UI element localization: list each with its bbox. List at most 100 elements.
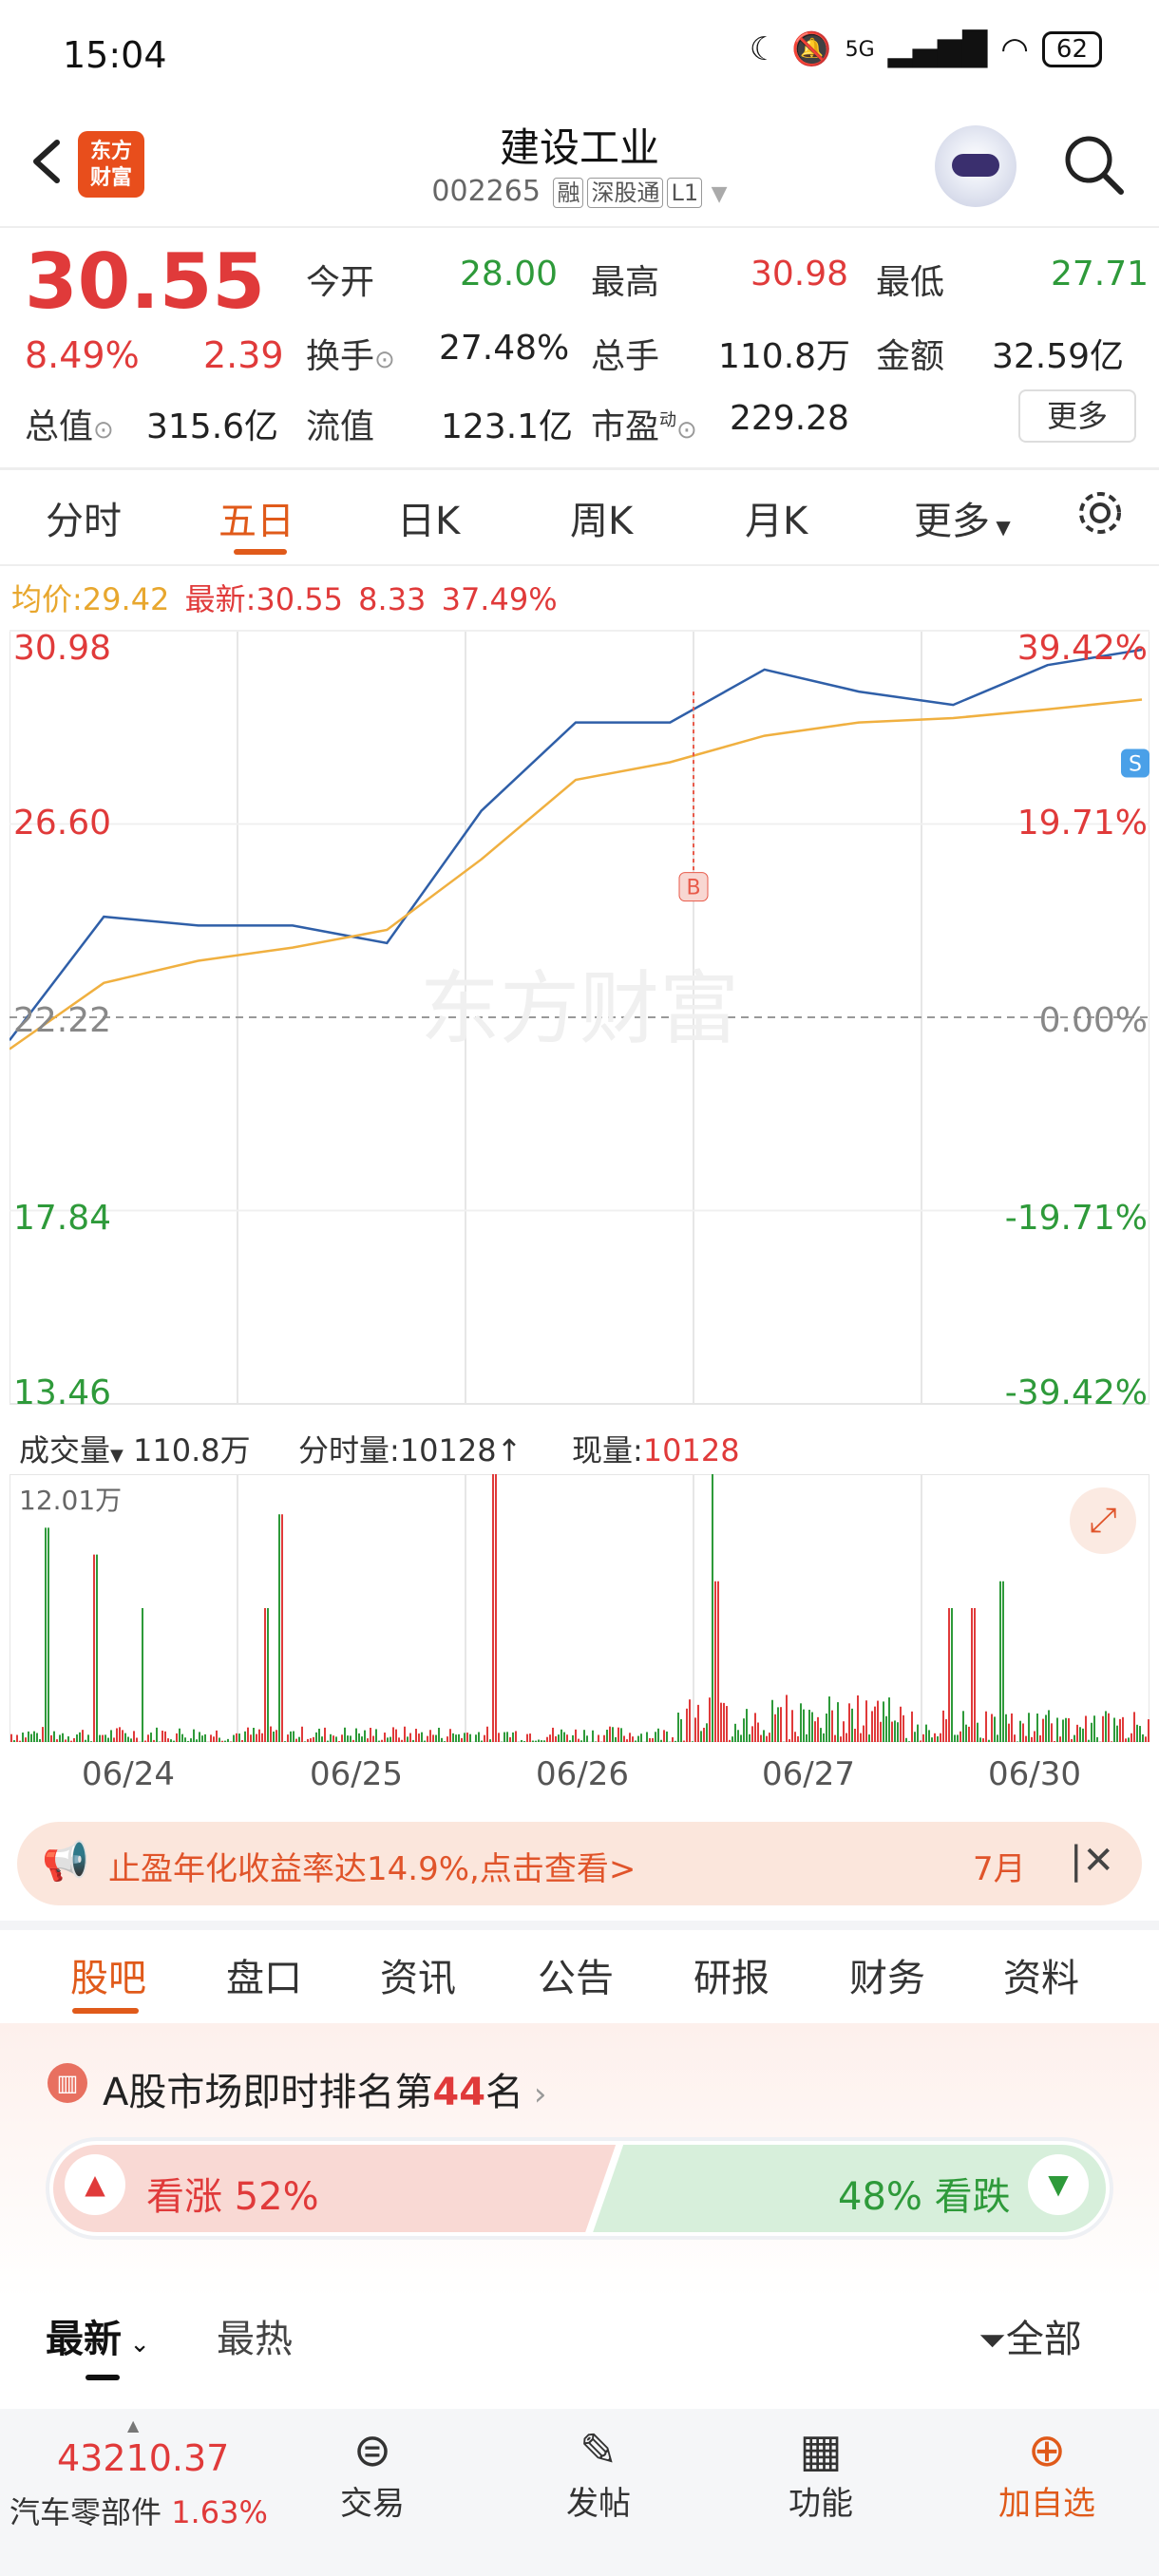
network-label: 5G [845,37,875,62]
promo-text[interactable]: 止盈年化收益率达14.9%,点击查看> [108,1843,636,1889]
stock-code: 002265 [431,175,541,208]
five-day-chart[interactable]: 东方财富 B S [10,623,1150,1411]
y-tick-right: 19.71% [1016,804,1148,843]
float-label: 流值 [306,407,375,446]
volume-selector[interactable]: 成交量▼ 110.8万 [19,1427,251,1470]
date-label: 06/25 [310,1755,403,1793]
tab-announcements[interactable]: 公告 [538,1947,614,2002]
index-value[interactable]: 43210.37 [57,2437,229,2479]
mute-icon: 🔕 [791,30,832,68]
current-volume: 现量:10128 [572,1432,740,1468]
tab-financials[interactable]: 财务 [849,1947,925,2002]
minute-volume: 分时量:10128↑ [298,1432,522,1468]
date-label: 06/24 [82,1755,175,1793]
chevron-right-icon: › [523,2075,547,2113]
add-watchlist-button[interactable]: ⊕ 加自选 [988,2424,1106,2524]
mktcap-value: 315.6亿 [146,407,279,446]
y-tick-left: 26.60 [13,804,112,843]
arrow-up-icon: ↑ [496,1432,522,1468]
caret-down-icon: ▼ [990,516,1011,539]
info-icon[interactable]: ⊙ [676,416,697,445]
volume-label: 总手 [591,337,660,376]
tab-intraday[interactable]: 分时 [46,490,122,545]
battery-indicator: 62 [1041,31,1102,67]
mktcap-label: 总值⊙ [25,407,114,446]
trade-button[interactable]: ⊜ 交易 [329,2424,416,2524]
date-label: 06/26 [536,1755,629,1793]
buy-marker-label: B [686,877,700,900]
price-summary-line: 均价:29.42 最新:30.55 8.33 37.49% [11,581,558,617]
tag-level: L1 [667,178,703,208]
info-icon[interactable]: ⊙ [374,346,395,374]
market-rank[interactable]: A股市场即时排名第44名 › [103,2061,546,2116]
low-value: 27.71 [1051,255,1150,294]
caret-up-icon: ▲ [127,2416,140,2434]
moon-icon: ☾ [749,30,779,68]
more-quote-button[interactable]: 更多 [1018,389,1136,443]
open-label: 今开 [306,263,375,302]
y-tick-left: 30.98 [13,629,112,668]
tag-margin: 融 [553,178,584,208]
volume-max: 12.01万 [19,1485,123,1516]
last-price: 30.55 [25,237,266,326]
grid-icon: ▦ [799,2424,843,2477]
tab-orderbook[interactable]: 盘口 [226,1947,302,2002]
bearish-button[interactable]: ▼ [1028,2154,1089,2215]
promo-date: 7月 [973,1850,1026,1888]
sort-latest[interactable]: 最新 ⌄ [46,2308,150,2363]
filter-all[interactable]: ⏷全部 [978,2308,1082,2363]
gear-icon[interactable] [1074,486,1127,540]
tab-weekly-k[interactable]: 周K [570,490,633,545]
date-label: 06/30 [988,1755,1081,1793]
post-button[interactable]: ✎ 发帖 [555,2424,642,2524]
tab-news[interactable]: 资讯 [380,1947,456,2002]
tab-daily-k[interactable]: 日K [397,490,460,545]
signal-icon: ▂▄▆█ [887,30,988,68]
y-tick-right: -19.71% [1004,1199,1148,1238]
filter-icon: ⏷ [978,2321,1006,2360]
watermark: 东方财富 [420,962,739,1055]
active-tab-indicator [72,2008,139,2014]
high-label: 最高 [591,263,660,302]
sell-marker-label: S [1129,753,1142,777]
info-icon[interactable]: ⊙ [93,416,114,445]
megaphone-icon: 📢 [42,1840,89,1884]
close-icon[interactable]: |✕ [1070,1839,1114,1883]
float-value: 123.1亿 [441,407,574,446]
tab-five-day[interactable]: 五日 [218,490,294,545]
pe-value: 229.28 [730,399,849,438]
status-icons: ☾ 🔕 5G ▂▄▆█ ◠ 62 [750,30,1102,68]
index-name-line[interactable]: 汽车零部件 1.63% [10,2489,268,2532]
bullish-button[interactable]: ▲ [65,2154,125,2215]
turnover-label: 换手⊙ [306,337,395,376]
wifi-icon: ◠ [1000,30,1029,68]
low-label: 最低 [876,263,945,302]
high-value: 30.98 [750,255,849,294]
date-label: 06/27 [762,1755,855,1793]
tab-monthly-k[interactable]: 月K [745,490,808,545]
sort-hot[interactable]: 最热 [217,2308,293,2363]
tab-forum[interactable]: 股吧 [70,1947,146,2002]
active-tab-indicator [234,549,287,555]
amount-value: 32.59亿 [992,337,1125,376]
y-tick-right: 0.00% [1038,1001,1148,1040]
volume-value: 110.8万 [718,337,851,376]
tab-profile[interactable]: 资料 [1003,1947,1079,2002]
volume-frame [10,1474,1150,1742]
y-tick-right: 39.42% [1016,629,1148,668]
bullish-fill [53,2145,617,2232]
tab-more[interactable]: 更多 ▼ [914,490,1011,545]
search-icon[interactable] [1060,131,1127,198]
sort-indicator [86,2375,120,2380]
chevron-down-icon[interactable]: ▼ [712,182,728,206]
function-button[interactable]: ▦ 功能 [777,2424,864,2524]
tab-research[interactable]: 研报 [694,1947,770,2002]
yuan-circle-icon: ⊜ [352,2424,392,2477]
caret-down-icon: ▼ [110,1446,124,1466]
expand-icon[interactable]: ⤢ [1070,1487,1136,1554]
change-amount: 2.39 [203,334,284,376]
bullish-label: 看涨 52% [146,2175,319,2219]
assistant-avatar-icon[interactable] [935,125,1016,207]
y-tick-left: 17.84 [13,1199,112,1238]
turnover-value: 27.48% [439,329,570,368]
